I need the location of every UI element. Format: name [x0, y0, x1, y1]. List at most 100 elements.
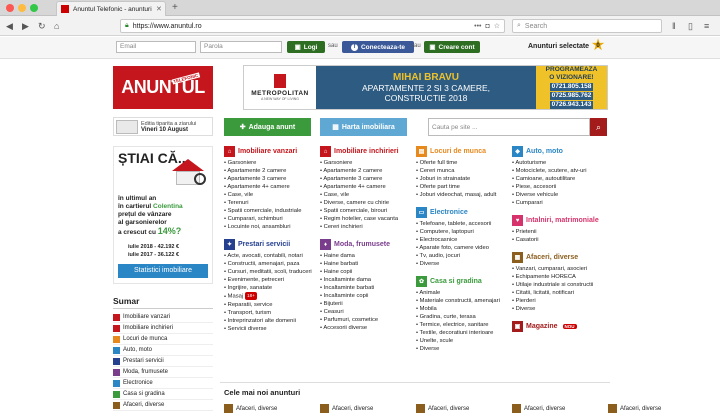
subcategory-link[interactable]: Terenuri [224, 199, 320, 207]
subcategory-link[interactable]: Spatii comerciale, birouri [320, 207, 416, 215]
menu-icon[interactable]: ≡ [704, 16, 709, 36]
subcategory-link[interactable]: Gradina, curte, terasa [416, 313, 512, 321]
subcategory-link[interactable]: Electrocasnice [416, 236, 512, 244]
subcategory-link[interactable]: Parfumuri, cosmetice [320, 316, 416, 324]
facebook-login-button[interactable]: f Conecteaza-te [342, 41, 414, 53]
browser-tab[interactable]: Anuntul Telefonic - anunturi im... ✕ [56, 1, 166, 16]
subcategory-link[interactable]: Utilaje industriale si constructii [512, 281, 608, 289]
subcategory-link[interactable]: Diverse [512, 305, 608, 313]
subcategory-link[interactable]: Haine dama [320, 252, 416, 260]
subcategory-link[interactable]: Autoturisme [512, 159, 608, 167]
subcategory-link[interactable]: Telefoane, tablete, accesorii [416, 220, 512, 228]
subcategory-link[interactable]: Constructii, amenajari, paza [224, 260, 320, 268]
subcategory-link[interactable]: Motociclete, scutere, atv-uri [512, 167, 608, 175]
category-header[interactable]: ⌂ Imobiliare inchirieri [320, 146, 416, 157]
pocket-icon[interactable]: ◘ [485, 23, 489, 30]
back-icon[interactable]: ◀ [6, 16, 13, 36]
subcategory-link[interactable]: Reparatii, service [224, 301, 320, 309]
subcategory-link[interactable]: Diverse, camere cu chirie [320, 199, 416, 207]
site-search-input[interactable]: Cauta pe site ... [428, 118, 590, 136]
add-ad-button[interactable]: ✚ Adauga anunt [224, 118, 311, 136]
latest-ad-item[interactable]: Afaceri, diverse [320, 404, 410, 413]
subcategory-link[interactable]: Bijuterii [320, 300, 416, 308]
email-field[interactable]: Email [116, 41, 196, 53]
subcategory-link[interactable]: Case, vile [320, 191, 416, 199]
subcategory-link[interactable]: Casatorii [512, 236, 608, 244]
subcategory-link[interactable]: Diverse vehicule [512, 191, 608, 199]
subcategory-link[interactable]: Accesorii diverse [320, 324, 416, 332]
subcategory-link[interactable]: Apartamente 4+ camere [224, 183, 320, 191]
promo-box[interactable]: ȘTIAI CĂ... în ultimul an în cartierul C… [113, 146, 213, 284]
category-header[interactable]: ▤ Locuri de munca [416, 146, 512, 157]
subcategory-link[interactable]: Cursuri, meditatii, scoli, traduceri [224, 268, 320, 276]
subcategory-link[interactable]: Servicii diverse [224, 325, 320, 333]
register-button[interactable]: ▣ Creare cont [424, 41, 480, 53]
subcategory-link[interactable]: Mobila [416, 305, 512, 313]
summary-item[interactable]: Afaceri, diverse [113, 400, 213, 411]
subcategory-link[interactable]: Materiale constructii, amenajari [416, 297, 512, 305]
subcategory-link[interactable]: Spatii comerciale, industriale [224, 207, 320, 215]
summary-item[interactable]: Imobiliare vanzari [113, 312, 213, 323]
category-header[interactable]: ♥ Intalniri, matrimoniale [512, 215, 608, 226]
subcategory-link[interactable]: Echipamente HORECA [512, 273, 608, 281]
category-header[interactable]: ▣ Magazine NOU [512, 321, 608, 332]
real-estate-stats-button[interactable]: Statistici imobiliare [118, 264, 208, 278]
subcategory-link[interactable]: Oferte part time [416, 183, 512, 191]
category-header[interactable]: ♦ Moda, frumusete [320, 239, 416, 250]
more-icon[interactable]: ••• [474, 23, 481, 30]
subcategory-link[interactable]: Piese, accesorii [512, 183, 608, 191]
site-search-button[interactable]: ⌕ [590, 118, 607, 136]
close-tab-icon[interactable]: ✕ [156, 5, 161, 13]
subcategory-link[interactable]: Cereri inchirieri [320, 223, 416, 231]
sidebar-toggle-icon[interactable]: ▯ [688, 16, 693, 36]
subcategory-link[interactable]: Haine barbati [320, 260, 416, 268]
summary-item[interactable]: Imobiliare inchirieri [113, 323, 213, 334]
new-tab-icon[interactable]: + [172, 2, 178, 13]
forward-icon[interactable]: ▶ [22, 16, 29, 36]
subcategory-link[interactable]: Evenimente, petreceri [224, 276, 320, 284]
subcategory-link[interactable]: Case, vile [224, 191, 320, 199]
subcategory-link[interactable]: Ceasuri [320, 308, 416, 316]
subcategory-link[interactable]: Incaltaminte barbati [320, 284, 416, 292]
category-header[interactable]: ▦ Afaceri, diverse [512, 252, 608, 263]
subcategory-link[interactable]: Acte, avocati, contabili, notari [224, 252, 320, 260]
subcategory-link[interactable]: Intreprinzatori alte domenii [224, 317, 320, 325]
subcategory-link[interactable]: Diverse [416, 260, 512, 268]
subcategory-link[interactable]: Regim hotelier, case vacanta [320, 215, 416, 223]
category-header[interactable]: ✿ Casa si gradina [416, 276, 512, 287]
summary-item[interactable]: Prestari servicii [113, 356, 213, 367]
minimize-window-icon[interactable] [18, 4, 26, 12]
subcategory-link[interactable]: Incaltaminte dama [320, 276, 416, 284]
subcategory-link[interactable]: Termice, electrice, sanitare [416, 321, 512, 329]
subcategory-link[interactable]: Incaltaminte copii [320, 292, 416, 300]
category-header[interactable]: ✦ Prestari servicii [224, 239, 320, 250]
home-icon[interactable]: ⌂ [54, 16, 59, 36]
subcategory-link[interactable]: Joburi in strainatate [416, 175, 512, 183]
category-header[interactable]: ▭ Electronice [416, 207, 512, 218]
subcategory-link[interactable]: Apartamente 2 camere [320, 167, 416, 175]
subcategory-link[interactable]: Cumparari, schimburi [224, 215, 320, 223]
latest-ad-item[interactable]: Afaceri, diverse [224, 404, 314, 413]
subcategory-link[interactable]: Joburi videochat, masaj, adult [416, 191, 512, 199]
subcategory-link[interactable]: Cumparari [512, 199, 608, 207]
subcategory-link[interactable]: Vanzari, cumparari, asocieri [512, 265, 608, 273]
subcategory-link[interactable]: Apartamente 3 camere [320, 175, 416, 183]
reload-icon[interactable]: ↻ [38, 16, 46, 36]
ad-banner[interactable]: METROPOLITAN A NEW WAY OF LIVING MIHAI B… [243, 65, 608, 110]
subcategory-link[interactable]: Ingrijire, sanatate [224, 284, 320, 292]
subcategory-link[interactable]: Camioane, autoutilitare [512, 175, 608, 183]
summary-item[interactable]: Electronice [113, 378, 213, 389]
login-button[interactable]: ▣ Logi [287, 41, 325, 53]
latest-ad-item[interactable]: Afaceri, diverse [608, 404, 698, 413]
password-field[interactable]: Parola [200, 41, 282, 53]
subcategory-link[interactable]: Unelte, scule [416, 337, 512, 345]
subcategory-link[interactable]: Textile, decoratiuni interioare [416, 329, 512, 337]
subcategory-link[interactable]: Masaj18+ [224, 292, 320, 301]
subcategory-link[interactable]: Citatii, licitatii, notificari [512, 289, 608, 297]
real-estate-map-button[interactable]: ▦ Harta imobiliara [320, 118, 407, 136]
category-header[interactable]: ◆ Auto, moto [512, 146, 608, 157]
summary-item[interactable]: Moda, frumusete [113, 367, 213, 378]
subcategory-link[interactable]: Diverse [416, 345, 512, 353]
url-bar[interactable]: 🔒︎ https://www.anuntul.ro ••• ◘ ☆ [120, 19, 505, 33]
library-icon[interactable]: ‖ [672, 16, 676, 36]
